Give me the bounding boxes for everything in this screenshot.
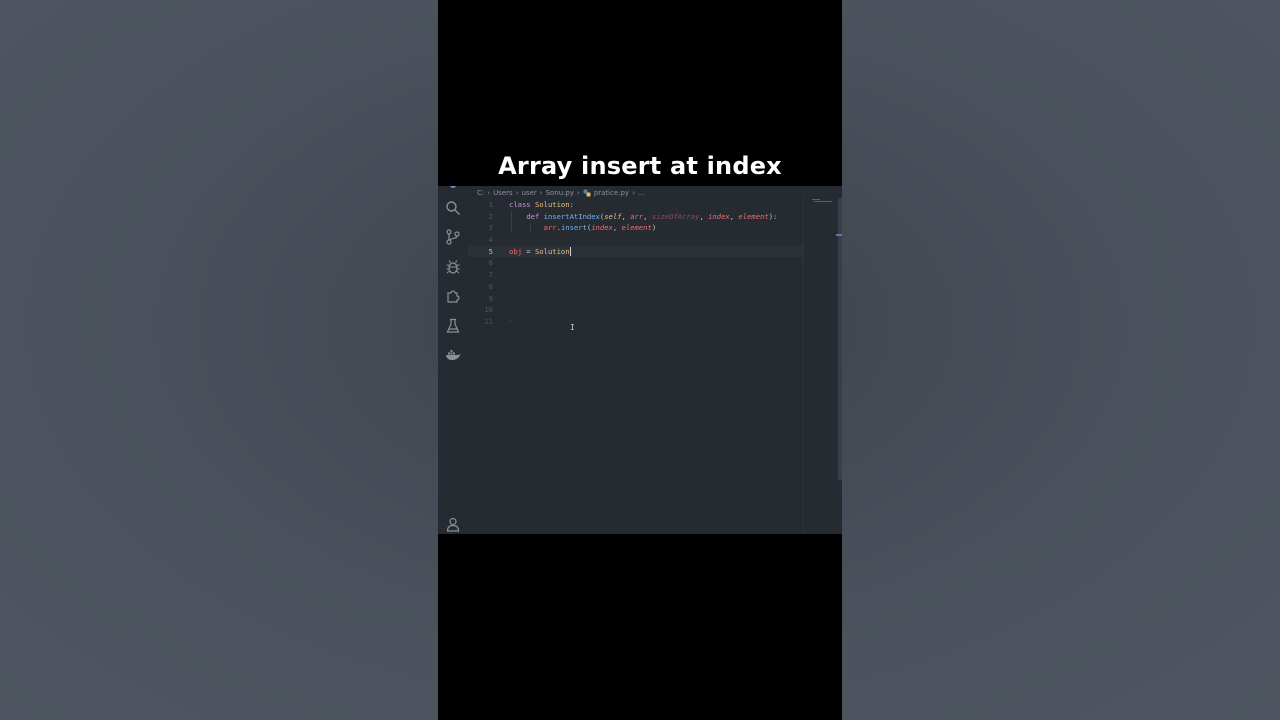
line-number: 2 xyxy=(488,211,493,221)
text-cursor-icon: I xyxy=(570,323,575,332)
chevron-right-icon: › xyxy=(487,189,491,197)
minimap-line xyxy=(814,201,832,202)
extensions-icon[interactable] xyxy=(444,287,462,305)
code-token: arr xyxy=(630,211,644,221)
source-control-icon[interactable] xyxy=(444,228,462,246)
editor-area[interactable]: C: › Users › user › Sonu.py › pratice.py… xyxy=(468,186,842,534)
code-line[interactable]: 5 obj = Solution xyxy=(468,245,803,258)
code-token: , xyxy=(643,211,652,221)
explorer-badge-icon[interactable] xyxy=(444,186,462,194)
chevron-right-icon: › xyxy=(577,189,580,197)
activity-bar xyxy=(438,186,468,534)
line-number: 6 xyxy=(488,258,493,268)
account-icon[interactable] xyxy=(444,515,462,533)
caret-marker: ˆ xyxy=(509,320,512,327)
code-token: , xyxy=(621,211,631,221)
vertical-scrollbar[interactable] xyxy=(838,198,842,480)
line-number: 10 xyxy=(484,305,493,315)
breadcrumb-users[interactable]: Users xyxy=(493,189,513,197)
code-token: sizeOfArray xyxy=(651,211,700,221)
python-file-icon xyxy=(583,189,591,197)
breadcrumb-folder[interactable]: Sonu.py xyxy=(546,189,574,197)
line-source: obj = Solution xyxy=(509,246,571,258)
code-token: class xyxy=(509,200,531,209)
code-token: element xyxy=(621,223,652,233)
code-line[interactable]: 2 def insertAtIndex(self, arr, sizeOfArr… xyxy=(468,211,803,223)
code-token: insert xyxy=(560,223,587,233)
code-token: def xyxy=(526,211,540,221)
debug-icon[interactable] xyxy=(444,258,462,276)
code-token: element xyxy=(738,211,769,221)
line-source: def insertAtIndex(self, arr, sizeOfArray… xyxy=(509,211,777,223)
code-token: , xyxy=(699,211,709,221)
video-title: Array insert at index xyxy=(498,152,782,180)
line-number: 11 xyxy=(484,316,493,326)
chevron-right-icon: › xyxy=(539,189,543,197)
code-token: self xyxy=(604,211,622,221)
chevron-right-icon: › xyxy=(632,189,635,197)
code-token: insertAtIndex xyxy=(543,211,600,221)
code-line[interactable]: 6 xyxy=(468,257,803,269)
code-line[interactable]: 8 xyxy=(468,281,803,293)
code-token: obj xyxy=(509,246,522,256)
code-token: ): xyxy=(768,211,778,221)
code-line[interactable]: 3 arr.insert(index, element) xyxy=(468,222,803,234)
code-token: index xyxy=(591,223,613,233)
line-number: 3 xyxy=(488,223,493,233)
video-frame: Array insert at index C: › Users › user … xyxy=(438,0,842,720)
code-line[interactable]: 1 class Solution: xyxy=(468,199,803,211)
code-line[interactable]: 9 xyxy=(468,293,803,305)
breadcrumb-user[interactable]: user xyxy=(521,189,536,197)
line-number: 8 xyxy=(488,281,493,291)
code-token: index xyxy=(708,211,730,221)
breadcrumb-drive[interactable]: C: xyxy=(477,189,484,197)
code-token: : xyxy=(569,200,574,209)
line-source: class Solution: xyxy=(509,199,574,211)
code-token: Solution xyxy=(534,200,570,209)
breadcrumb-symbol[interactable]: ... xyxy=(638,189,645,197)
chevron-right-icon: › xyxy=(515,189,519,197)
line-number: 5 xyxy=(488,246,493,256)
minimap[interactable] xyxy=(803,196,842,534)
line-number: 7 xyxy=(488,270,493,280)
search-icon[interactable] xyxy=(444,199,462,217)
code-lines[interactable]: 1 class Solution: 2 def insertAtIndex(self… xyxy=(468,199,803,328)
line-number: 4 xyxy=(488,235,493,245)
code-token: = xyxy=(521,246,535,256)
code-editor-window: C: › Users › user › Sonu.py › pratice.py… xyxy=(438,186,842,534)
code-token: ) xyxy=(651,223,657,233)
testing-icon[interactable] xyxy=(444,317,462,335)
scrollbar-marker xyxy=(836,234,842,236)
docker-icon[interactable] xyxy=(444,346,462,364)
line-number: 9 xyxy=(488,293,493,303)
code-token: Solution xyxy=(534,246,570,256)
code-line[interactable]: 4 xyxy=(468,234,803,246)
line-source: arr.insert(index, element) xyxy=(509,222,657,234)
text-caret xyxy=(569,247,571,257)
code-token: , xyxy=(612,223,622,233)
code-token: arr xyxy=(543,223,557,233)
code-line[interactable]: 11 xyxy=(468,316,803,328)
breadcrumb-file[interactable]: pratice.py xyxy=(594,189,629,197)
minimap-line xyxy=(812,199,820,200)
breadcrumb: C: › Users › user › Sonu.py › pratice.py… xyxy=(477,187,645,199)
code-line[interactable]: 10 xyxy=(468,304,803,316)
code-line[interactable]: 7 xyxy=(468,269,803,281)
line-number: 1 xyxy=(488,200,493,209)
